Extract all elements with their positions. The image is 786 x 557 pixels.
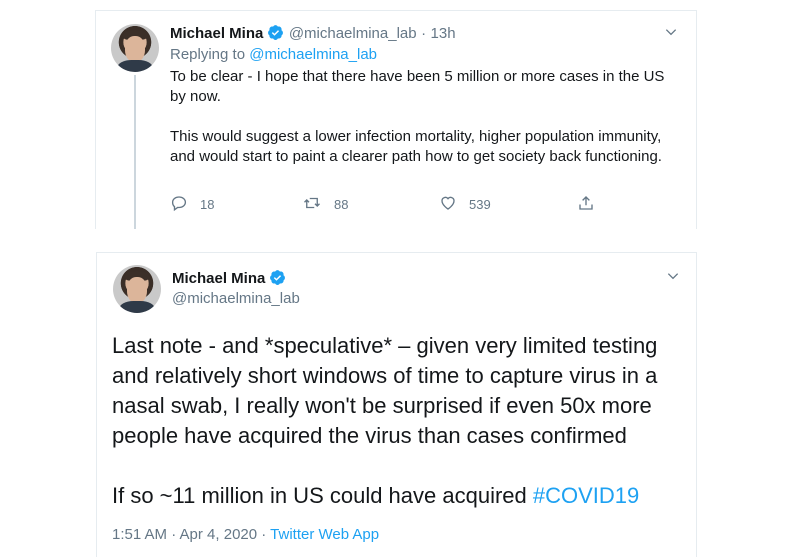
tweet-paragraph: To be clear - I hope that there have bee… [170, 68, 665, 105]
tweet-meta: 1:51 AM · Apr 4, 2020 · Twitter Web App [112, 526, 379, 543]
author-name[interactable]: Michael Mina [172, 270, 265, 287]
author-handle[interactable]: @michaelmina_lab [172, 290, 300, 307]
tweet-header: Michael Mina [172, 269, 286, 291]
tweet-time[interactable]: 13h [431, 25, 456, 42]
like-button[interactable]: 539 [439, 194, 577, 215]
separator-dot: · [421, 25, 427, 42]
tweet-paragraph: Last note - and *speculative* – given ve… [112, 333, 658, 448]
tweet-paragraph-text: If so ~11 million in US could have acqui… [112, 483, 533, 508]
tweet-card-main[interactable]: Michael Mina @michaelmina_lab Last note … [96, 252, 697, 557]
verified-badge-icon [269, 269, 286, 291]
retweet-icon [302, 194, 322, 215]
chevron-down-icon[interactable] [664, 25, 678, 44]
reply-icon [170, 194, 188, 215]
like-icon [439, 194, 457, 215]
replying-to: Replying to @michaelmina_lab [170, 46, 377, 63]
reply-button[interactable]: 18 [170, 194, 302, 215]
verified-badge-icon [267, 24, 284, 46]
avatar-face [127, 277, 147, 303]
retweet-count: 88 [334, 197, 349, 212]
replying-to-handle-link[interactable]: @michaelmina_lab [249, 46, 377, 63]
tweet-card-reply[interactable]: Michael Mina @michaelmina_lab · 13h Repl… [95, 10, 697, 229]
author-name[interactable]: Michael Mina [170, 25, 263, 42]
thread-line [134, 75, 136, 229]
tweet-text: Last note - and *speculative* – given ve… [112, 331, 687, 511]
like-count: 539 [469, 197, 491, 212]
avatar-face [125, 36, 145, 62]
avatar[interactable] [113, 265, 161, 313]
reply-count: 18 [200, 197, 215, 212]
avatar-shirt [117, 60, 153, 72]
chevron-down-icon[interactable] [666, 269, 680, 288]
author-handle[interactable]: @michaelmina_lab [289, 25, 417, 42]
tweet-paragraph: If so ~11 million in US could have acqui… [112, 481, 687, 511]
tweet-header: Michael Mina @michaelmina_lab · 13h [170, 24, 456, 46]
share-button[interactable] [577, 194, 595, 215]
avatar[interactable] [111, 24, 159, 72]
replying-to-label: Replying to [170, 46, 246, 63]
tweet-paragraph: This would suggest a lower infection mor… [170, 128, 662, 165]
tweet-timestamp[interactable]: 1:51 AM · Apr 4, 2020 · [112, 526, 270, 543]
share-icon [577, 194, 595, 215]
source-app-link[interactable]: Twitter Web App [270, 526, 379, 543]
tweet-actions: 18 88 539 [170, 194, 595, 215]
tweet-text: To be clear - I hope that there have bee… [170, 67, 680, 167]
retweet-button[interactable]: 88 [302, 194, 439, 215]
avatar-shirt [119, 301, 155, 313]
hashtag-link[interactable]: #COVID19 [533, 483, 639, 508]
